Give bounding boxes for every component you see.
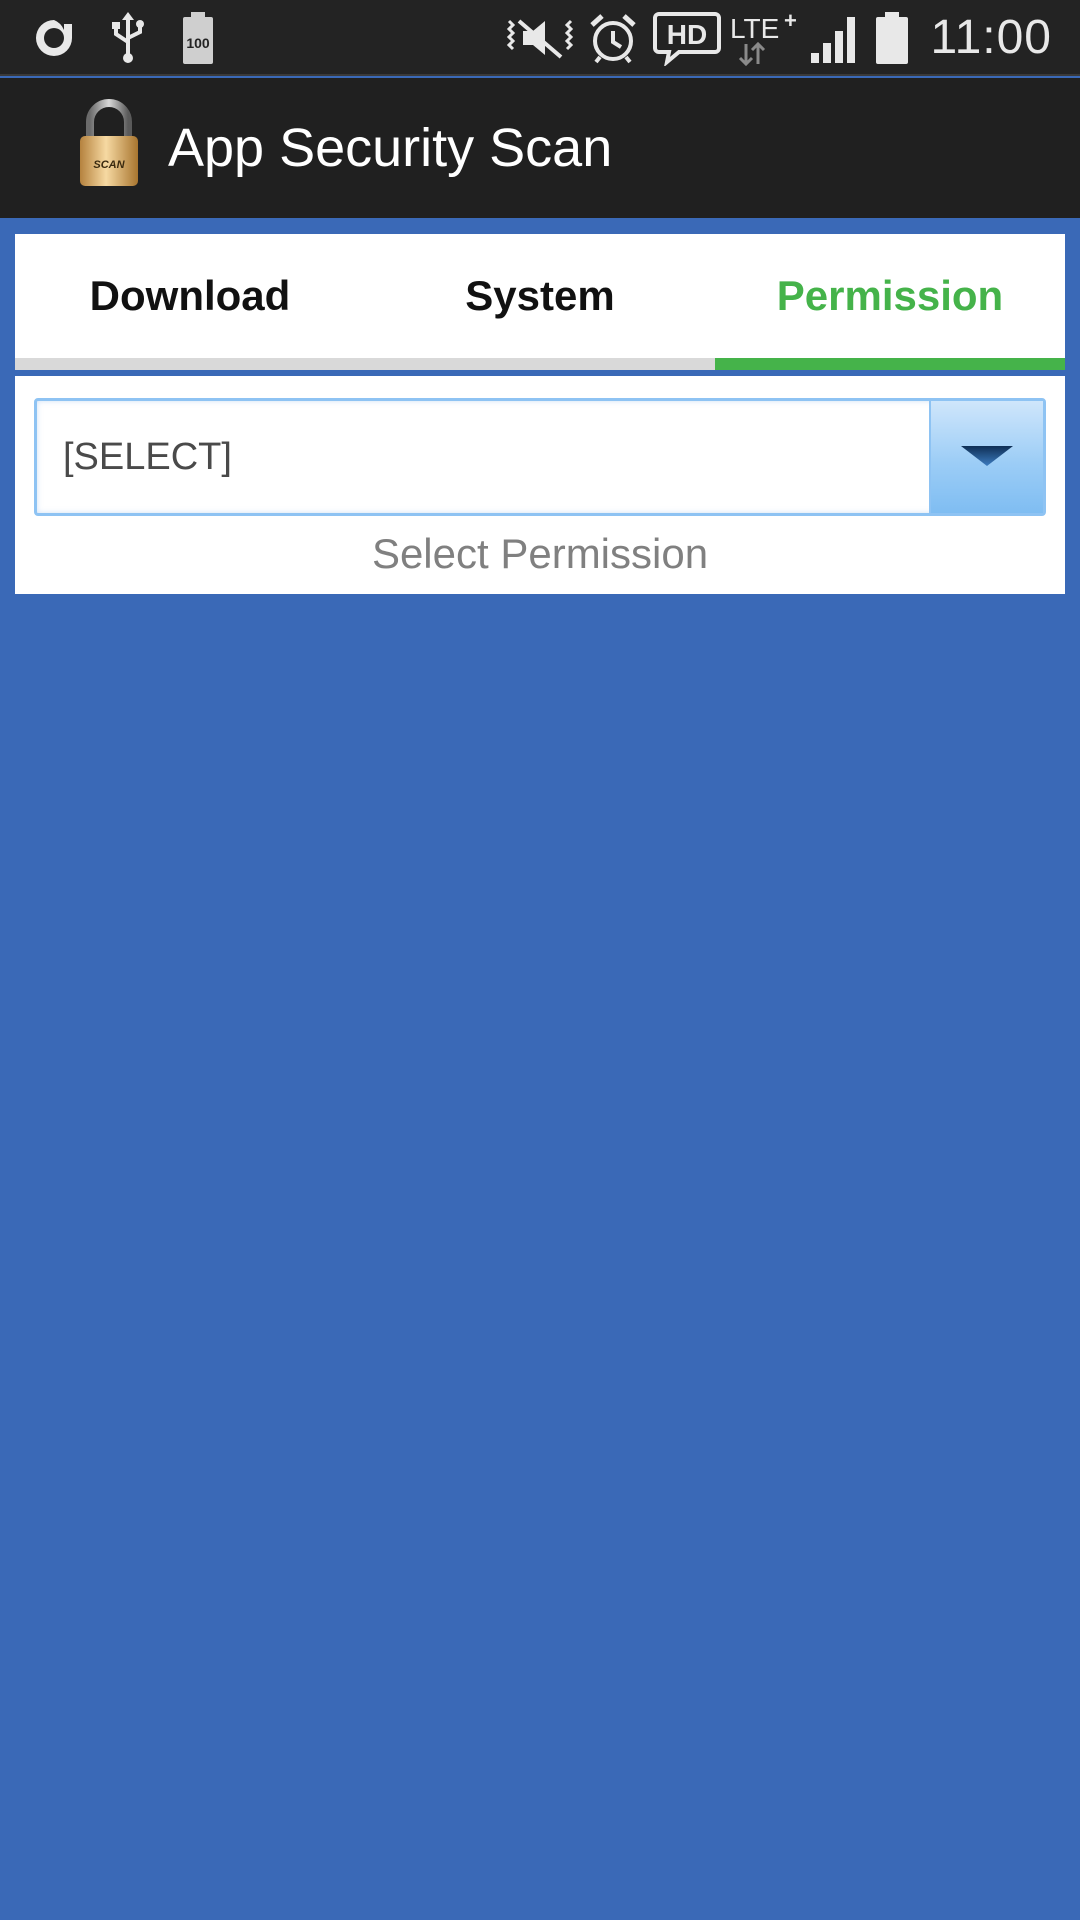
tab-active-indicator <box>715 358 1065 370</box>
alarm-icon <box>585 10 641 66</box>
status-time: 11:00 <box>930 11 1052 64</box>
dropdown-button[interactable] <box>929 401 1043 513</box>
tab-download[interactable]: Download <box>15 234 365 358</box>
app-title: App Security Scan <box>168 118 613 178</box>
battery-icon <box>872 10 912 66</box>
battery-100-icon: 100 <box>178 10 218 66</box>
logo-scan-label: SCAN <box>93 159 125 171</box>
svg-text:LTE: LTE <box>730 13 779 44</box>
permission-select-value: [SELECT] <box>63 436 232 478</box>
tab-bar: Download System Permission <box>15 234 1065 370</box>
lte-plus-icon: LTE + <box>728 10 802 66</box>
hd-voice-icon: HD <box>652 10 722 66</box>
tab-system[interactable]: System <box>365 234 715 358</box>
permission-select[interactable]: [SELECT] <box>34 398 1046 516</box>
action-bar: SCAN App Security Scan <box>0 78 1080 218</box>
signal-icon <box>808 10 860 66</box>
select-permission-hint: Select Permission <box>371 530 709 577</box>
permission-panel: [SELECT] Select Permission <box>15 376 1065 594</box>
svg-text:+: + <box>784 10 797 33</box>
padlock-icon: SCAN <box>76 98 142 188</box>
vibrate-mute-icon <box>505 10 575 66</box>
svg-text:HD: HD <box>667 19 707 50</box>
app-notification-icon <box>28 10 80 66</box>
usb-icon <box>106 10 150 66</box>
tab-permission[interactable]: Permission <box>715 234 1065 358</box>
status-bar: 100 HD LTE + 11:00 <box>0 0 1080 76</box>
battery-level-label: 100 <box>186 35 210 51</box>
chevron-down-icon <box>959 442 1015 473</box>
